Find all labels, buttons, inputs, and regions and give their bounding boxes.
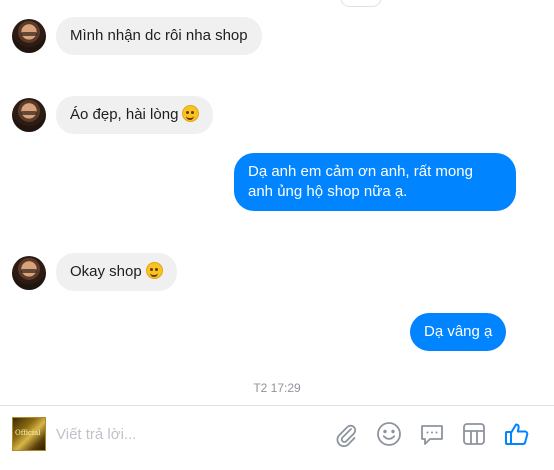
page-avatar: Official bbox=[12, 417, 46, 451]
outgoing-message-bubble: Dạ anh em cảm ơn anh, rất mong anh ủng h… bbox=[234, 153, 516, 211]
message-text: Dạ vâng ạ bbox=[424, 323, 493, 340]
message-text: Mình nhận dc rôi nha shop bbox=[70, 27, 248, 44]
incoming-message-bubble: Áo đẹp, hài lòng bbox=[56, 96, 214, 134]
reply-input[interactable] bbox=[56, 420, 316, 448]
message-text: Dạ anh em cảm ơn anh, rất mong anh ủng h… bbox=[248, 163, 473, 200]
paperclip-icon[interactable] bbox=[332, 420, 360, 448]
conversation-area: Mình nhận dc rôi nha shop Áo đẹp, hài lò… bbox=[0, 0, 554, 405]
gif-icon[interactable] bbox=[460, 420, 488, 448]
sticker-icon[interactable] bbox=[418, 420, 446, 448]
outgoing-message-bubble: Dạ vâng ạ bbox=[410, 313, 507, 351]
emoji-icon[interactable] bbox=[375, 420, 403, 448]
message-text: Okay shop bbox=[70, 263, 142, 280]
message-timestamp: T2 17:29 bbox=[253, 381, 301, 395]
page-avatar-text: Official bbox=[15, 429, 41, 437]
incoming-message-bubble: Okay shop bbox=[56, 253, 177, 291]
sender-avatar[interactable] bbox=[12, 19, 46, 53]
smile-emoji-icon bbox=[145, 262, 163, 279]
sender-avatar[interactable] bbox=[12, 98, 46, 132]
like-icon[interactable] bbox=[503, 420, 531, 448]
incoming-message-bubble: Mình nhận dc rôi nha shop bbox=[56, 17, 262, 55]
message-text: Áo đẹp, hài lòng bbox=[70, 106, 179, 123]
smile-emoji-icon bbox=[182, 105, 200, 122]
reply-composer: Official bbox=[0, 405, 554, 470]
scroll-indicator bbox=[340, 0, 382, 7]
sender-avatar[interactable] bbox=[12, 256, 46, 290]
